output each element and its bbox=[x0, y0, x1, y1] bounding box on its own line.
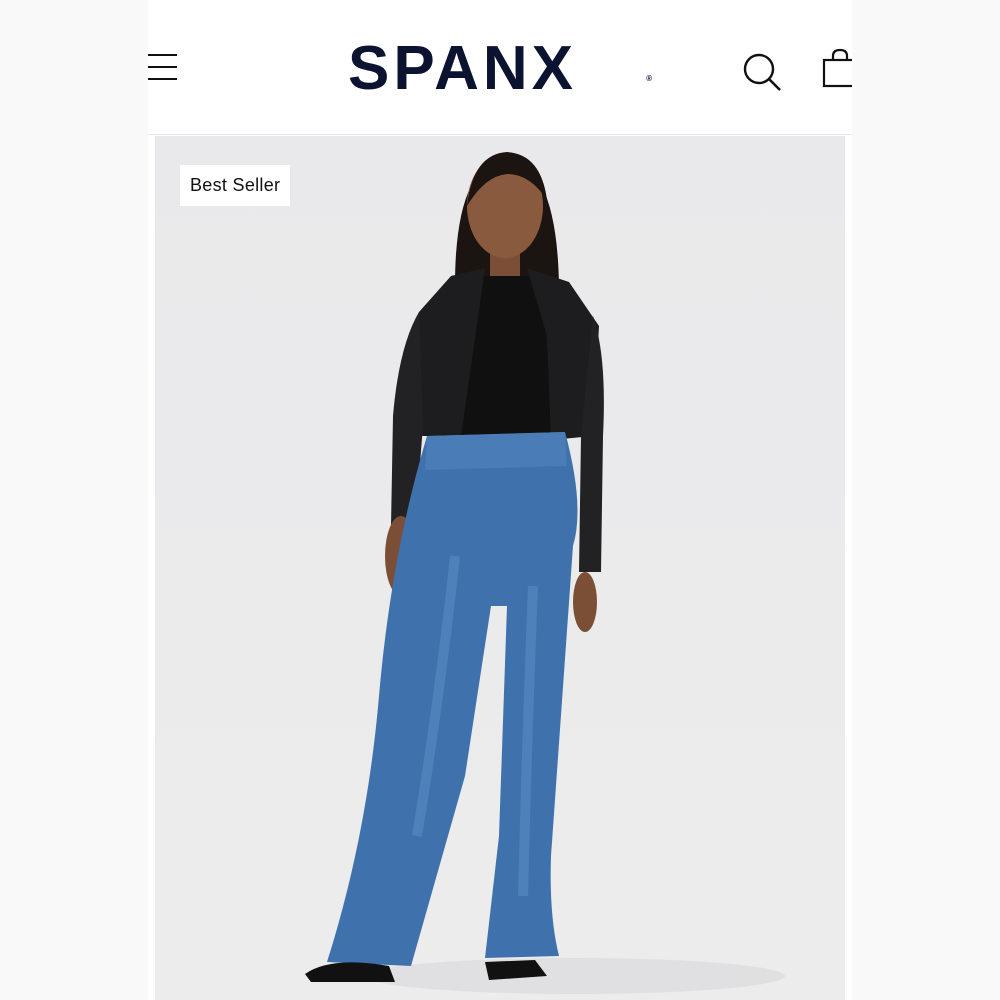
search-icon bbox=[743, 53, 781, 91]
left-margin bbox=[0, 0, 148, 1000]
logo-text: SPANX bbox=[348, 34, 578, 103]
product-hero-image[interactable]: Best Seller bbox=[155, 136, 845, 1000]
site-header: SPANX ® bbox=[148, 0, 852, 135]
model-illustration bbox=[305, 152, 785, 994]
shopping-bag-icon bbox=[822, 48, 852, 88]
cart-button[interactable] bbox=[822, 48, 852, 90]
registered-mark: ® bbox=[646, 74, 656, 83]
best-seller-badge: Best Seller bbox=[180, 165, 291, 206]
right-margin bbox=[852, 0, 1000, 1000]
search-button[interactable] bbox=[742, 52, 784, 94]
brand-logo[interactable]: SPANX ® bbox=[348, 34, 658, 104]
mobile-page: SPANX ® Best Seller bbox=[148, 0, 852, 1000]
menu-button[interactable] bbox=[148, 54, 182, 84]
